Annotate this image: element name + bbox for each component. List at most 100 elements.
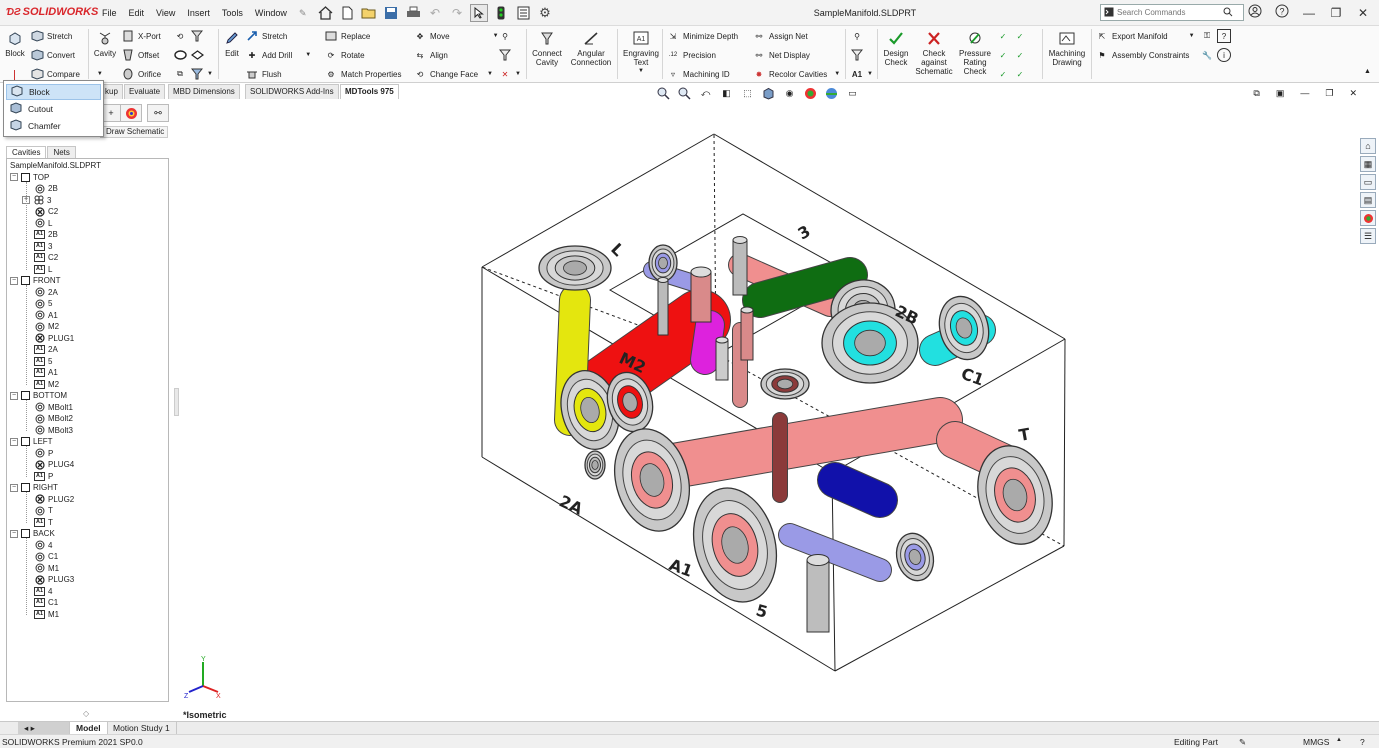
dropdown-arrow-icon[interactable]: ▼ xyxy=(305,52,311,58)
machining-drawing-button[interactable]: Machining Drawing xyxy=(1045,28,1089,67)
tree-item[interactable]: M1 xyxy=(34,563,59,574)
tree-item[interactable]: A1 L xyxy=(34,264,52,275)
apply-scene-icon[interactable] xyxy=(824,86,839,100)
assign-net-button[interactable]: ⚯ Assign Net xyxy=(752,29,808,43)
viewport-split-icon[interactable]: ▣ xyxy=(1276,88,1285,99)
design-library-icon[interactable]: ▦ xyxy=(1360,156,1376,172)
tree-item[interactable]: A1 2A xyxy=(34,344,58,355)
redo-icon[interactable]: ↷ xyxy=(448,4,466,22)
tool-a-button[interactable]: ⟲ xyxy=(173,29,204,43)
tree-item[interactable]: MBolt1 xyxy=(34,402,73,413)
xport-button[interactable]: X-Port xyxy=(121,29,161,43)
app-logo[interactable]: ƊƧ SOLIDWORKS xyxy=(6,6,98,18)
dropdown-arrow-icon[interactable]: ▼ xyxy=(515,71,521,77)
tab-mdtools-975[interactable]: MDTools 975 xyxy=(340,84,399,99)
menu-tools[interactable]: Tools xyxy=(222,8,243,19)
tree-item[interactable]: A1 M1 xyxy=(34,609,59,620)
rebuild-icon[interactable]: ✎ xyxy=(1239,737,1246,748)
tree-item[interactable]: 2B xyxy=(34,183,58,194)
recolor-cavities-button[interactable]: ✸ Recolor Cavities ▼ xyxy=(752,67,841,81)
save-icon[interactable] xyxy=(382,4,400,22)
tree-item[interactable]: A1 xyxy=(34,310,58,321)
tree-item[interactable]: MBolt3 xyxy=(34,425,73,436)
replace-button[interactable]: Replace xyxy=(324,29,370,43)
tree-item[interactable]: PLUG1 xyxy=(34,333,74,344)
tab-mbd-dimensions[interactable]: MBD Dimensions xyxy=(168,84,240,99)
tool-g-button[interactable]: ⚲ xyxy=(850,29,864,43)
align-button[interactable]: ⇆ Align xyxy=(413,48,448,62)
compare-button[interactable]: Compare ▼ xyxy=(30,67,103,81)
dropdown-arrow-icon[interactable]: ▼ xyxy=(834,71,840,77)
match-properties-button[interactable]: ⚙ Match Properties xyxy=(324,67,401,81)
tab-solidworks-addins[interactable]: SOLIDWORKS Add-Ins xyxy=(245,84,339,99)
appearance-manager-tab[interactable] xyxy=(120,104,142,122)
previous-view-icon[interactable]: ⤺ xyxy=(698,86,713,100)
check-against-schematic-button[interactable]: Check against Schematic xyxy=(914,28,954,76)
close-icon[interactable]: ✕ xyxy=(1355,6,1371,20)
edit-button[interactable]: Edit xyxy=(222,28,242,58)
units-selector[interactable]: MMGS xyxy=(1303,737,1329,747)
dropdown-arrow-icon[interactable]: ▼ xyxy=(867,71,873,77)
traffic-light-icon[interactable] xyxy=(492,4,510,22)
file-explorer-icon[interactable]: ▭ xyxy=(1360,174,1376,190)
appearances-scenes-icon[interactable] xyxy=(1360,210,1376,226)
schematic-tab[interactable]: ⚯ xyxy=(147,104,169,122)
tree-item[interactable]: PLUG3 xyxy=(34,574,74,585)
tool-c-button[interactable]: ⧉ ▼ xyxy=(173,67,213,81)
orifice-button[interactable]: Orifice xyxy=(121,67,161,81)
new-document-icon[interactable] xyxy=(338,4,356,22)
menu-insert[interactable]: Insert xyxy=(187,8,210,19)
viewport-minimize-icon[interactable]: — xyxy=(1300,88,1309,99)
help-icon[interactable]: ? xyxy=(1274,4,1290,21)
view-palette-icon[interactable]: ▤ xyxy=(1360,192,1376,208)
tree-item[interactable]: A1 M2 xyxy=(34,379,59,390)
dropdown-arrow-icon[interactable]: ▼ xyxy=(97,71,103,77)
tree-item[interactable]: A1 3 xyxy=(34,241,52,252)
tab-nets[interactable]: Nets xyxy=(47,146,76,158)
search-box[interactable] xyxy=(1100,4,1244,21)
tool-b-button[interactable] xyxy=(173,48,204,62)
tree-item[interactable]: PLUG4 xyxy=(34,459,74,470)
display-style-icon[interactable] xyxy=(761,86,776,100)
viewport-restore-icon[interactable]: ❐ xyxy=(1325,88,1333,99)
panel-splitter[interactable] xyxy=(174,388,179,416)
ribbon-collapse-icon[interactable]: ▲ xyxy=(1364,68,1371,75)
rotate-button[interactable]: ⟳ Rotate xyxy=(324,48,365,62)
machining-id-button[interactable]: ▿ Machining ID xyxy=(666,67,730,81)
cavity-button[interactable]: Cavity xyxy=(92,28,118,58)
undo-icon[interactable]: ↶ xyxy=(426,4,444,22)
collapse-icon[interactable]: − xyxy=(10,483,18,492)
move-button[interactable]: ✥ Move ▼ xyxy=(413,29,499,43)
connect-cavity-button[interactable]: Connect Cavity xyxy=(530,28,564,67)
collapse-icon[interactable]: − xyxy=(10,391,18,400)
minimize-icon[interactable]: — xyxy=(1301,6,1317,20)
draw-schematic-tab[interactable]: Draw Schematic xyxy=(100,126,168,138)
tree-root[interactable]: SampleManifold.SLDPRT xyxy=(10,160,101,171)
menu-view[interactable]: View xyxy=(156,8,175,19)
tree-group-right[interactable]: − RIGHT xyxy=(10,482,58,493)
file-properties-icon[interactable] xyxy=(514,4,532,22)
dropdown-arrow-icon[interactable]: ▼ xyxy=(207,71,213,77)
tool-i-button[interactable]: A1 ▼ xyxy=(850,67,873,81)
tree-item[interactable]: 4 xyxy=(34,540,52,551)
options-gear-icon[interactable]: ⚙ xyxy=(536,4,554,22)
panel-resize-icon[interactable]: ◇ xyxy=(83,709,89,718)
tool-l-button[interactable]: ✓ ✓ xyxy=(996,67,1027,81)
menu-edit[interactable]: Edit xyxy=(129,8,145,19)
search-commands-input[interactable] xyxy=(1117,5,1227,20)
restore-icon[interactable]: ❐ xyxy=(1328,6,1344,20)
print-icon[interactable] xyxy=(404,4,422,22)
open-folder-icon[interactable] xyxy=(360,4,378,22)
export-manifold-button[interactable]: ⇱ Export Manifold ▼ xyxy=(1095,29,1195,43)
tree-group-bottom[interactable]: − BOTTOM xyxy=(10,390,67,401)
tree-item[interactable]: A1 5 xyxy=(34,356,52,367)
tool-m-button[interactable]: ⚿? xyxy=(1200,29,1231,43)
tool-e-button[interactable] xyxy=(498,48,512,62)
flyout-cutout-item[interactable]: Cutout xyxy=(6,101,101,117)
collapse-icon[interactable]: − xyxy=(10,529,18,538)
collapse-icon[interactable]: − xyxy=(10,173,18,181)
engraving-text-button[interactable]: A1 Engraving Text ▼ xyxy=(620,28,662,76)
convert-button[interactable]: Convert xyxy=(30,48,75,62)
select-pointer-icon[interactable] xyxy=(470,4,488,22)
add-drill-button[interactable]: ✚ Add Drill ▼ xyxy=(245,48,312,62)
